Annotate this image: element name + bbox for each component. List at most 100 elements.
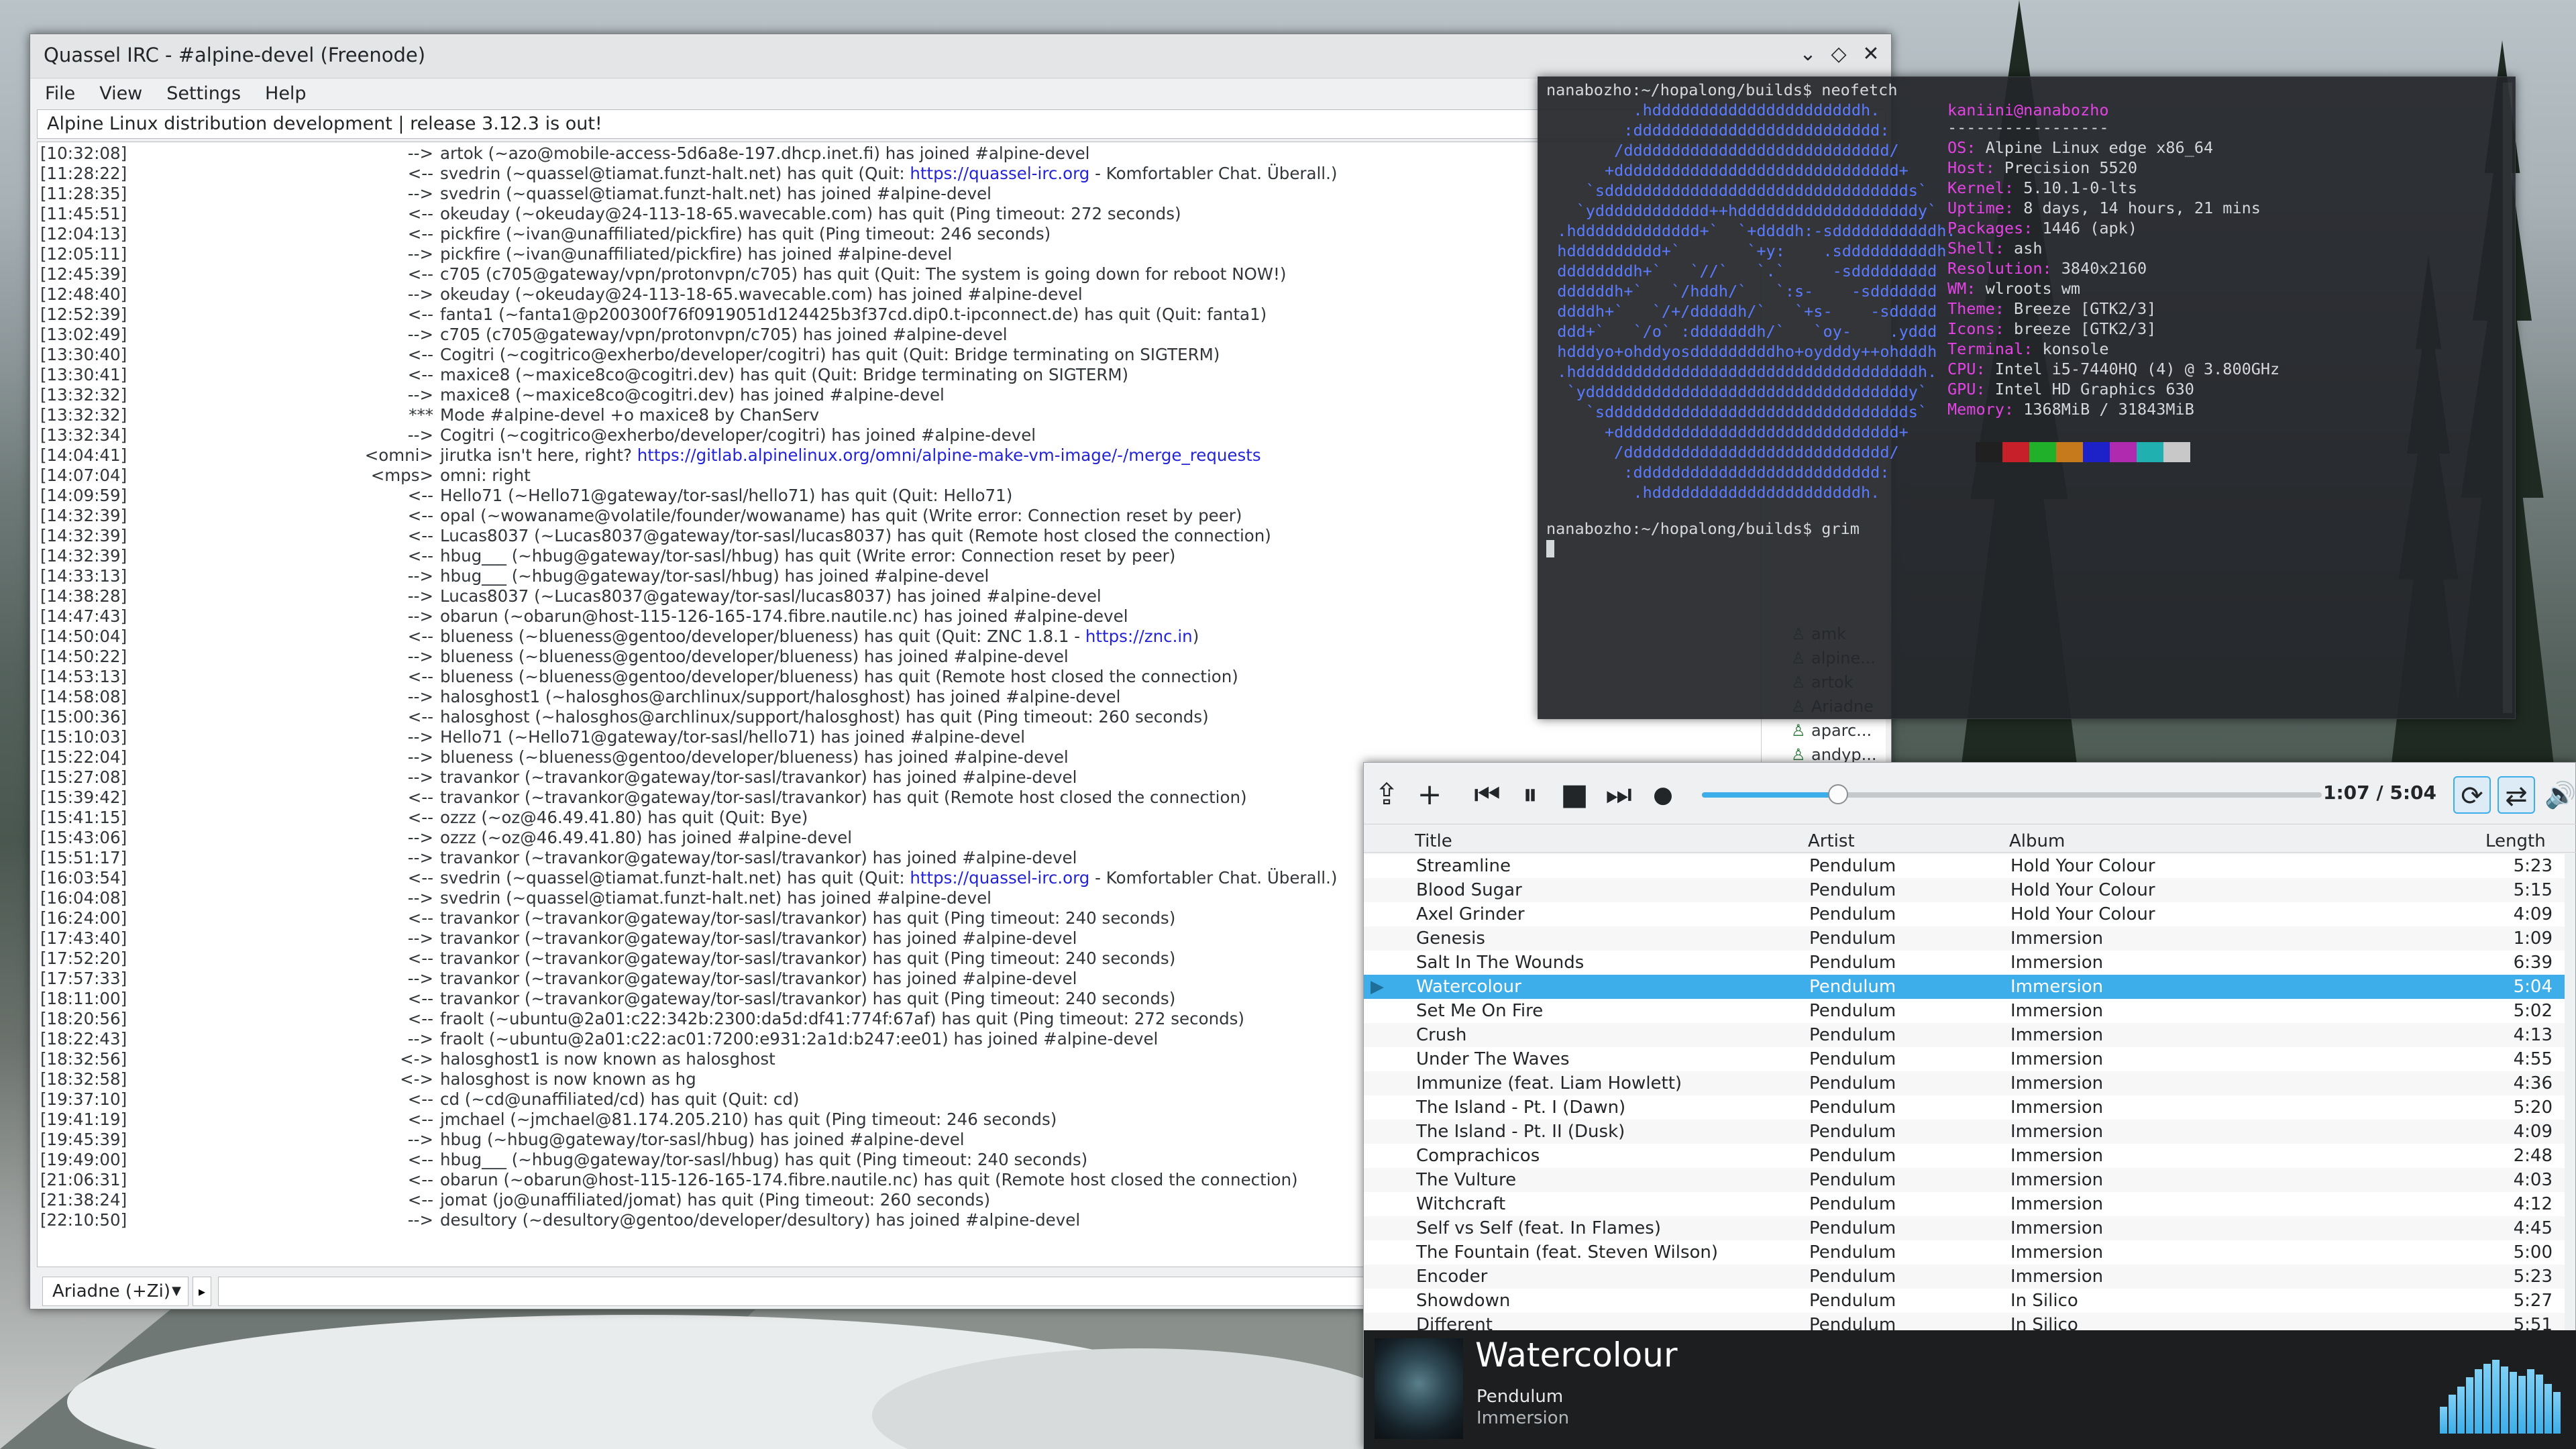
message-link[interactable]: https://quassel-irc.org bbox=[910, 868, 1089, 888]
logo-line: +dddddddddddddddddddddddddddddd+ bbox=[1538, 161, 1909, 180]
logo-line: ddd+` `/o` :dddddddh/` `oy- .yddd bbox=[1538, 322, 1937, 341]
message-text: Hello71 (~Hello71@gateway/tor-sasl/hello… bbox=[440, 486, 1012, 506]
message-timestamp: [14:07:04] bbox=[40, 466, 127, 485]
message-text: hbug (~hbug@gateway/tor-sasl/hbug) has j… bbox=[440, 1130, 965, 1150]
message-body: travankor (~travankor@gateway/tor-sasl/t… bbox=[440, 848, 1077, 867]
stop-icon[interactable]: ■ bbox=[1556, 776, 1593, 814]
nick-list-item[interactable]: aparc... bbox=[1762, 718, 1886, 743]
message-link[interactable]: https://znc.in bbox=[1085, 627, 1193, 646]
playlist-row[interactable]: ▶ Watercolour Pendulum Immersion 5:04 bbox=[1364, 975, 2565, 999]
track-title: Blood Sugar bbox=[1416, 880, 1522, 900]
message-text: travankor (~travankor@gateway/tor-sasl/t… bbox=[440, 908, 1175, 928]
seek-handle[interactable] bbox=[1828, 784, 1849, 804]
message-text: c705 (c705@gateway/vpn/protonvpn/c705) h… bbox=[440, 264, 1286, 284]
message-sender: --> bbox=[407, 727, 433, 747]
playlist-row[interactable]: Encoder Pendulum Immersion 5:23 bbox=[1364, 1265, 2565, 1289]
playlist-row[interactable]: Under The Waves Pendulum Immersion 4:55 bbox=[1364, 1047, 2565, 1071]
nick-selector[interactable]: Ariadne (+Zi) ▼ bbox=[42, 1277, 189, 1306]
volume-icon[interactable]: 🔊 bbox=[2542, 776, 2576, 814]
close-icon[interactable]: ✕ bbox=[1856, 42, 1886, 66]
track-title: Comprachicos bbox=[1416, 1146, 1540, 1166]
message-body: hbug___ (~hbug@gateway/tor-sasl/hbug) ha… bbox=[440, 566, 989, 586]
message-sender: --> bbox=[407, 425, 433, 445]
maximize-icon[interactable]: ◇ bbox=[1824, 42, 1854, 66]
track-album: Immersion bbox=[2010, 1242, 2104, 1263]
terminal-scrollbar[interactable] bbox=[2503, 83, 2512, 713]
message-text: okeuday (~okeuday@24-113-18-65.wavecable… bbox=[440, 284, 1083, 305]
eject-icon[interactable]: ⇪ bbox=[1368, 776, 1405, 814]
message-body: desultory (~desultory@gentoo/developer/d… bbox=[440, 1210, 1081, 1230]
message-timestamp: [10:32:08] bbox=[40, 144, 127, 163]
message-timestamp: [15:27:08] bbox=[40, 767, 127, 787]
playlist-row[interactable]: Streamline Pendulum Hold Your Colour 5:23 bbox=[1364, 854, 2565, 878]
playlist-row[interactable]: Witchcraft Pendulum Immersion 4:12 bbox=[1364, 1192, 2565, 1216]
column-title[interactable]: Title bbox=[1415, 831, 1452, 851]
column-artist[interactable]: Artist bbox=[1808, 831, 1855, 851]
color-palette bbox=[1976, 442, 2190, 462]
info-key: GPU bbox=[1947, 380, 1976, 398]
info-value: Breeze [GTK2/3] bbox=[2014, 299, 2157, 318]
track-title: Encoder bbox=[1416, 1267, 1488, 1287]
playlist-row[interactable]: The Fountain (feat. Steven Wilson) Pendul… bbox=[1364, 1240, 2565, 1265]
playlist-row[interactable]: The Vulture Pendulum Immersion 4:03 bbox=[1364, 1168, 2565, 1192]
message-link[interactable]: https://quassel-irc.org bbox=[910, 164, 1089, 183]
spectrum-bar bbox=[2483, 1364, 2491, 1434]
message-timestamp: [13:32:32] bbox=[40, 405, 127, 425]
playlist-row[interactable]: Crush Pendulum Immersion 4:13 bbox=[1364, 1023, 2565, 1047]
message-text: svedrin (~quassel@tiamat.funzt-halt.net)… bbox=[440, 888, 991, 908]
seek-slider[interactable] bbox=[1702, 784, 2322, 804]
next-icon[interactable]: ⏭ bbox=[1600, 776, 1638, 814]
message-sender: <-- bbox=[407, 224, 433, 244]
message-text: opal (~wowaname@volatile/founder/wowanam… bbox=[440, 506, 1242, 526]
terminal-window[interactable]: nanabozho:~/hopalong/builds$ neofetch .h… bbox=[1538, 76, 2516, 719]
info-line: Icons: breeze [GTK2/3] bbox=[1947, 319, 2156, 339]
message-timestamp: [16:03:54] bbox=[40, 868, 127, 888]
track-album: In Silico bbox=[2010, 1291, 2078, 1311]
message-sender: <-- bbox=[407, 788, 433, 807]
track-title: Witchcraft bbox=[1416, 1194, 1506, 1214]
playlist-row[interactable]: Genesis Pendulum Immersion 1:09 bbox=[1364, 926, 2565, 951]
message-sender: <-- bbox=[407, 868, 433, 888]
playlist-row[interactable]: Comprachicos Pendulum Immersion 2:48 bbox=[1364, 1144, 2565, 1168]
column-length[interactable]: Length bbox=[2485, 831, 2546, 851]
message-sender: --> bbox=[407, 828, 433, 847]
playlist-row[interactable]: The Island - Pt. I (Dawn) Pendulum Immersi… bbox=[1364, 1095, 2565, 1120]
message-sender: <-- bbox=[407, 506, 433, 525]
playlist-row[interactable]: Salt In The Wounds Pendulum Immersion 6:39 bbox=[1364, 951, 2565, 975]
message-sender: --> bbox=[407, 928, 433, 948]
message-body: Cogitri (~cogitrico@exherbo/developer/co… bbox=[440, 345, 1220, 364]
playlist-row[interactable]: Self vs Self (feat. In Flames) Pendulum Im… bbox=[1364, 1216, 2565, 1240]
message-timestamp: [21:38:24] bbox=[40, 1190, 127, 1210]
menu-view[interactable]: View bbox=[99, 83, 142, 104]
track-artist: Pendulum bbox=[1809, 1170, 1896, 1190]
info-colon: : bbox=[1966, 138, 1986, 157]
chevron-right-icon[interactable]: ▸ bbox=[193, 1277, 211, 1306]
message-text: travankor (~travankor@gateway/tor-sasl/t… bbox=[440, 767, 1077, 788]
playlist-row[interactable]: Set Me On Fire Pendulum Immersion 5:02 bbox=[1364, 999, 2565, 1023]
menu-settings[interactable]: Settings bbox=[166, 83, 241, 104]
message-body: maxice8 (~maxice8co@cogitri.dev) has qui… bbox=[440, 365, 1129, 384]
message-body: fraolt (~ubuntu@2a01:c22:ac01:7200:e931:… bbox=[440, 1029, 1159, 1049]
pause-icon[interactable]: ⏸ bbox=[1511, 776, 1549, 814]
logo-line: .hddddddddddddddddddddddh. bbox=[1538, 483, 1880, 502]
previous-icon[interactable]: ⏮ bbox=[1468, 776, 1506, 814]
playlist-row[interactable]: Axel Grinder Pendulum Hold Your Colour 4:09 bbox=[1364, 902, 2565, 926]
column-album[interactable]: Album bbox=[2009, 831, 2065, 851]
menu-help[interactable]: Help bbox=[265, 83, 307, 104]
playlist-row[interactable]: The Island - Pt. II (Dusk) Pendulum Immers… bbox=[1364, 1120, 2565, 1144]
shuffle-icon[interactable]: ⇄ bbox=[2498, 776, 2535, 814]
repeat-icon[interactable]: ⟳ bbox=[2453, 776, 2491, 814]
message-link[interactable]: https://gitlab.alpinelinux.org/omni/alpi… bbox=[637, 445, 1261, 465]
info-value: breeze [GTK2/3] bbox=[2014, 319, 2157, 338]
playlist-row[interactable]: Immunize (feat. Liam Howlett) Pendulum Imm… bbox=[1364, 1071, 2565, 1095]
track-length: 5:23 bbox=[2513, 856, 2553, 876]
minimize-icon[interactable]: ⌄ bbox=[1793, 42, 1823, 66]
quassel-titlebar[interactable]: Quassel IRC - #alpine-devel (Freenode) ⌄… bbox=[30, 34, 1891, 78]
message-body: opal (~wowaname@volatile/founder/wowanam… bbox=[440, 506, 1242, 525]
menu-file[interactable]: File bbox=[45, 83, 75, 104]
message-body: travankor (~travankor@gateway/tor-sasl/t… bbox=[440, 949, 1176, 968]
add-icon[interactable]: + bbox=[1411, 776, 1448, 814]
record-icon[interactable]: ● bbox=[1644, 776, 1682, 814]
playlist-row[interactable]: Showdown Pendulum In Silico 5:27 bbox=[1364, 1289, 2565, 1313]
playlist-row[interactable]: Blood Sugar Pendulum Hold Your Colour 5:15 bbox=[1364, 878, 2565, 902]
